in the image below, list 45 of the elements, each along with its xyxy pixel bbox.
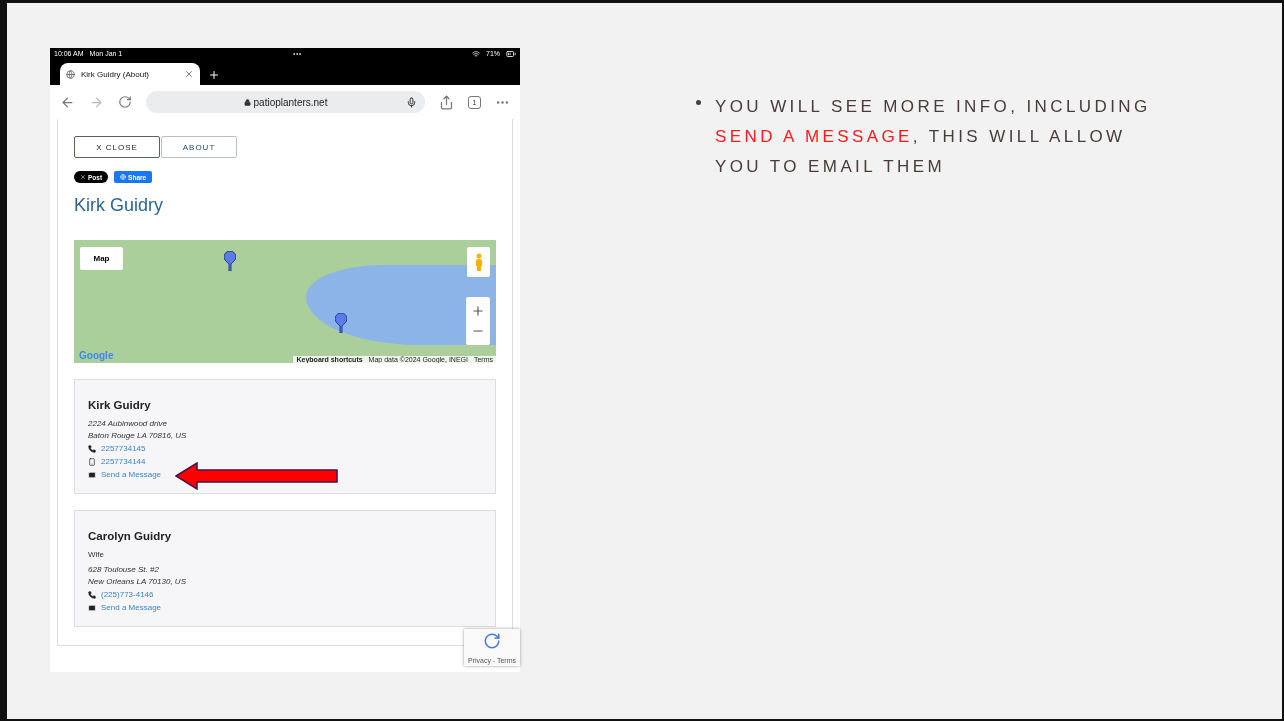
close-icon[interactable] (184, 69, 194, 79)
bullet-text: YOU WILL SEE MORE INFO, INCLUDING SEND A MESSAGE, THIS WILL ALLOW YOU TO EMAIL THEM (715, 96, 1152, 178)
address-bar[interactable]: patioplanters.net (146, 91, 425, 113)
phone-link[interactable]: 2257734144 (101, 457, 146, 466)
map-logo: Google (79, 350, 114, 361)
mail-icon (88, 470, 96, 479)
tab-title: Kirk Guidry (About) (81, 69, 151, 79)
mobile-phone-icon (88, 457, 96, 466)
page-title: Kirk Guidry (74, 195, 164, 216)
reload-icon[interactable] (118, 95, 132, 109)
globe-icon (66, 69, 75, 79)
mail-icon (88, 603, 96, 612)
phone-icon (88, 444, 96, 453)
map-pin-icon (224, 251, 236, 271)
address-line: Baton Rouge LA 70816, US (88, 431, 188, 440)
browser-tab[interactable]: Kirk Guidry (About) (60, 63, 200, 85)
contact-relation: Wife (88, 550, 105, 559)
new-tab-icon[interactable] (208, 69, 220, 81)
zoom-in-icon[interactable] (471, 304, 485, 318)
nav-button[interactable]: X CLOSE (74, 136, 160, 158)
battery-icon (506, 48, 516, 59)
person-icon (473, 253, 484, 271)
address-line: 2224 Aubinwood drive (88, 419, 168, 428)
lock-icon (243, 98, 251, 106)
recaptcha-icon (483, 632, 501, 650)
map-type-button[interactable]: Map (80, 247, 123, 270)
x-icon (80, 174, 86, 180)
address-line: New Orleans LA 70130, US (88, 577, 187, 586)
send-message-link[interactable]: Send a Message (101, 470, 162, 479)
url-text: patioplanters.net (253, 96, 328, 108)
phone-link[interactable]: (225)773-4146 (101, 590, 154, 599)
share-icon[interactable] (439, 94, 454, 110)
microphone-icon[interactable] (406, 96, 417, 108)
send-message-link[interactable]: Send a Message (101, 603, 162, 612)
wifi-icon (472, 49, 480, 58)
phone-icon (88, 590, 96, 599)
bullet-dot (696, 100, 701, 105)
contact-name: Kirk Guidry (88, 399, 152, 411)
globe-icon (120, 174, 127, 180)
nav-button[interactable]: ABOUT (161, 136, 237, 158)
contact-name: Carolyn Guidry (88, 530, 173, 542)
map-pin-icon (335, 313, 347, 333)
address-line: 628 Toulouse St. #2 (88, 565, 160, 574)
back-icon[interactable] (60, 94, 75, 110)
phone-link[interactable]: 2257734145 (101, 444, 146, 453)
